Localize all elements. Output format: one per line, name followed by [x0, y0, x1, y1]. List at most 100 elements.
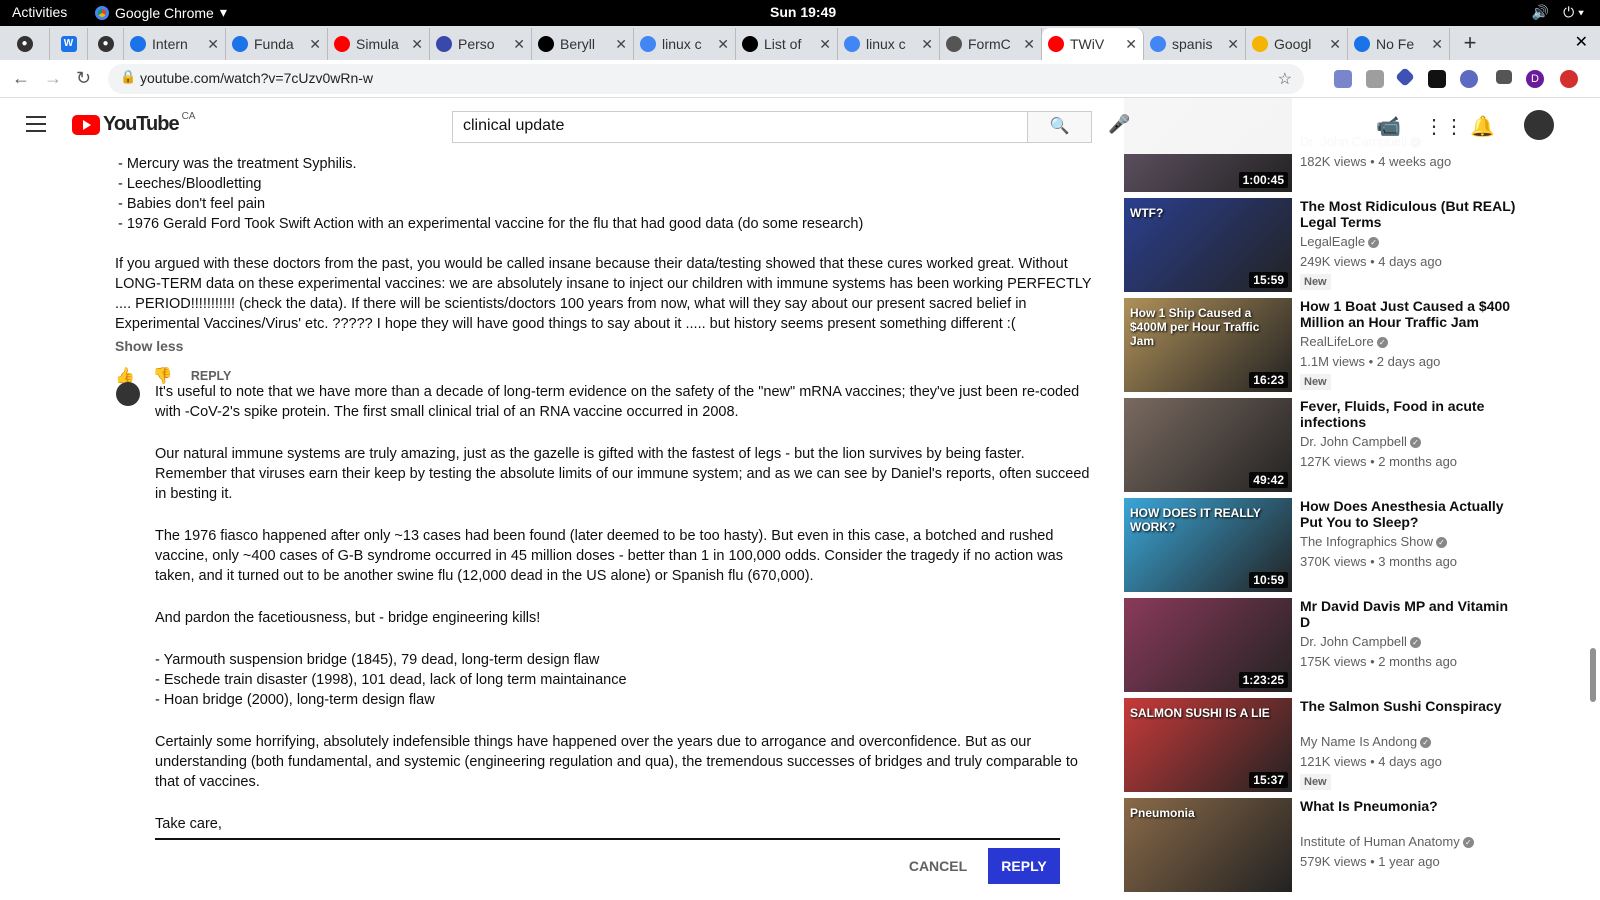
- reply-link[interactable]: REPLY: [191, 369, 232, 383]
- browser-tab[interactable]: FormC ✕: [940, 28, 1042, 60]
- page-scrollbar[interactable]: [1590, 648, 1596, 702]
- youtube-logo[interactable]: YouTube CA: [72, 111, 195, 136]
- video-title[interactable]: The Most Ridiculous (But REAL) Legal Ter…: [1300, 198, 1520, 230]
- extension-icon[interactable]: [1428, 70, 1446, 88]
- extension-icon[interactable]: [1366, 70, 1384, 88]
- browser-tab[interactable]: Simula ✕: [328, 28, 430, 60]
- tab-close-icon[interactable]: ✕: [1125, 36, 1137, 53]
- channel-name: LegalEagle: [1300, 234, 1366, 249]
- tab-close-icon[interactable]: ✕: [717, 36, 729, 53]
- video-thumbnail[interactable]: Pneumonia: [1124, 798, 1292, 892]
- video-views: 249K views • 4 days ago: [1300, 254, 1442, 269]
- notifications-bell-icon[interactable]: 🔔: [1470, 114, 1495, 139]
- tab-pinned[interactable]: ●: [0, 28, 50, 60]
- cancel-button[interactable]: CANCEL: [896, 848, 980, 884]
- video-thumbnail[interactable]: 16:23 How 1 Ship Caused a $400M per Hour …: [1124, 298, 1292, 392]
- browser-tab[interactable]: No Fe ✕: [1348, 28, 1450, 60]
- tab-close-icon[interactable]: ✕: [411, 36, 423, 53]
- tab-close-icon[interactable]: ✕: [1227, 36, 1239, 53]
- tab-label: No Fe: [1376, 36, 1415, 52]
- extension-icon[interactable]: [1460, 70, 1478, 88]
- tab-close-icon[interactable]: ✕: [921, 36, 933, 53]
- recommended-video[interactable]: 16:23 How 1 Ship Caused a $400M per Hour …: [1124, 298, 1564, 394]
- search-button[interactable]: 🔍: [1028, 111, 1092, 143]
- clock[interactable]: Sun 19:49: [770, 4, 836, 20]
- video-thumbnail[interactable]: 15:59 WTF?: [1124, 198, 1292, 292]
- video-channel[interactable]: Dr. John Campbell✓: [1300, 634, 1421, 649]
- tab-close-icon[interactable]: ✕: [309, 36, 321, 53]
- video-title[interactable]: What Is Pneumonia?: [1300, 798, 1520, 814]
- recommended-video[interactable]: 49:42 Fever, Fluids, Food in acute infect…: [1124, 398, 1564, 494]
- video-title[interactable]: The Salmon Sushi Conspiracy: [1300, 698, 1520, 714]
- new-tab-button[interactable]: +: [1450, 28, 1490, 60]
- tab-pinned-wordpress[interactable]: W: [50, 28, 88, 60]
- bookmark-star-icon[interactable]: ☆: [1278, 69, 1292, 89]
- video-title[interactable]: Fever, Fluids, Food in acute infections: [1300, 398, 1520, 430]
- tab-close-icon[interactable]: ✕: [1329, 36, 1341, 53]
- browser-tab[interactable]: linux c ✕: [838, 28, 940, 60]
- tab-close-icon[interactable]: ✕: [819, 36, 831, 53]
- video-views: 127K views • 2 months ago: [1300, 454, 1458, 469]
- video-channel[interactable]: RealLifeLore ✓: [1300, 334, 1388, 349]
- menu-icon[interactable]: [26, 116, 46, 137]
- tab-label: spanis: [1172, 36, 1213, 52]
- browser-tab[interactable]: Googl ✕: [1246, 28, 1348, 60]
- recommended-video[interactable]: 1:23:25 Mr David Davis MP and Vitamin D Dr…: [1124, 598, 1564, 694]
- video-channel[interactable]: The Infographics Show ✓: [1300, 534, 1447, 549]
- search-input[interactable]: clinical update: [452, 111, 1028, 143]
- forward-icon[interactable]: →: [44, 68, 62, 89]
- draft-line: in besting it.: [155, 486, 233, 502]
- recommended-video[interactable]: 15:59 WTF? The Most Ridiculous (But REAL) …: [1124, 198, 1564, 294]
- tab-pinned-2[interactable]: ●: [88, 28, 124, 60]
- video-channel[interactable]: My Name Is Andong ✓: [1300, 734, 1432, 749]
- extension-icon[interactable]: [1334, 70, 1352, 88]
- recommended-video[interactable]: 10:59 HOW DOES IT REALLY WORK? How Does An…: [1124, 498, 1564, 594]
- video-channel[interactable]: LegalEagle ✓: [1300, 234, 1380, 249]
- profile-avatar-icon[interactable]: D: [1526, 70, 1544, 88]
- recommended-video[interactable]: Pneumonia What Is Pneumonia? Institute of …: [1124, 798, 1564, 894]
- account-avatar[interactable]: [1524, 110, 1554, 140]
- media-control-icon[interactable]: [1496, 70, 1512, 84]
- video-channel[interactable]: Dr. John Campbell✓: [1300, 434, 1421, 449]
- system-tray[interactable]: 🔊 ⏻ ▾: [1532, 4, 1584, 21]
- browser-tab[interactable]: TWiV ✕: [1042, 28, 1144, 60]
- browser-tab[interactable]: List of ✕: [736, 28, 838, 60]
- video-title[interactable]: Mr David Davis MP and Vitamin D: [1300, 598, 1520, 630]
- reload-icon[interactable]: ↻: [76, 68, 91, 89]
- tab-close-icon[interactable]: ✕: [513, 36, 525, 53]
- browser-tab[interactable]: Beryll ✕: [532, 28, 634, 60]
- browser-tab[interactable]: Funda ✕: [226, 28, 328, 60]
- video-thumbnail[interactable]: 49:42: [1124, 398, 1292, 492]
- apps-grid-icon[interactable]: ⋮⋮: [1424, 114, 1464, 139]
- activities-button[interactable]: Activities: [12, 4, 67, 20]
- video-title[interactable]: How 1 Boat Just Caused a $400 Million an…: [1300, 298, 1520, 330]
- video-thumbnail[interactable]: 10:59 HOW DOES IT REALLY WORK?: [1124, 498, 1292, 592]
- back-icon[interactable]: ←: [12, 68, 30, 89]
- video-views: 182K views • 4 weeks ago: [1300, 154, 1452, 169]
- tab-close-icon[interactable]: ✕: [1023, 36, 1035, 53]
- browser-tab[interactable]: linux c ✕: [634, 28, 736, 60]
- video-thumbnail[interactable]: 15:37 SALMON SUSHI IS A LIE: [1124, 698, 1292, 792]
- microphone-icon[interactable]: 🎤: [1108, 114, 1130, 135]
- tab-close-icon[interactable]: ✕: [207, 36, 219, 53]
- browser-tab[interactable]: spanis ✕: [1144, 28, 1246, 60]
- draft-line: with -CoV-2's spike protein. The first s…: [155, 404, 739, 420]
- tab-close-icon[interactable]: ✕: [1431, 36, 1443, 53]
- browser-tab[interactable]: Perso ✕: [430, 28, 532, 60]
- extension-icon[interactable]: [1395, 67, 1415, 87]
- video-title[interactable]: How Does Anesthesia Actually Put You to …: [1300, 498, 1520, 530]
- video-channel[interactable]: Institute of Human Anatomy ✓: [1300, 834, 1474, 849]
- system-top-bar: Activities Google Chrome ▾ Sun 19:49 🔊 ⏻…: [0, 0, 1600, 26]
- show-less-link[interactable]: Show less: [115, 338, 183, 354]
- create-video-icon[interactable]: 📹: [1376, 114, 1401, 139]
- submit-reply-button[interactable]: REPLY: [988, 848, 1060, 884]
- video-thumbnail[interactable]: 1:23:25: [1124, 598, 1292, 692]
- window-close-icon[interactable]: ✕: [1575, 32, 1588, 52]
- video-duration: 10:59: [1249, 572, 1288, 588]
- address-bar[interactable]: 🔒 youtube.com/watch?v=7cUzv0wRn-w ☆: [108, 64, 1304, 94]
- recommended-video[interactable]: 15:37 SALMON SUSHI IS A LIE The Salmon Sus…: [1124, 698, 1564, 794]
- browser-tab[interactable]: Intern ✕: [124, 28, 226, 60]
- app-menu[interactable]: Google Chrome ▾: [95, 4, 227, 21]
- update-icon[interactable]: [1560, 70, 1578, 88]
- tab-close-icon[interactable]: ✕: [615, 36, 627, 53]
